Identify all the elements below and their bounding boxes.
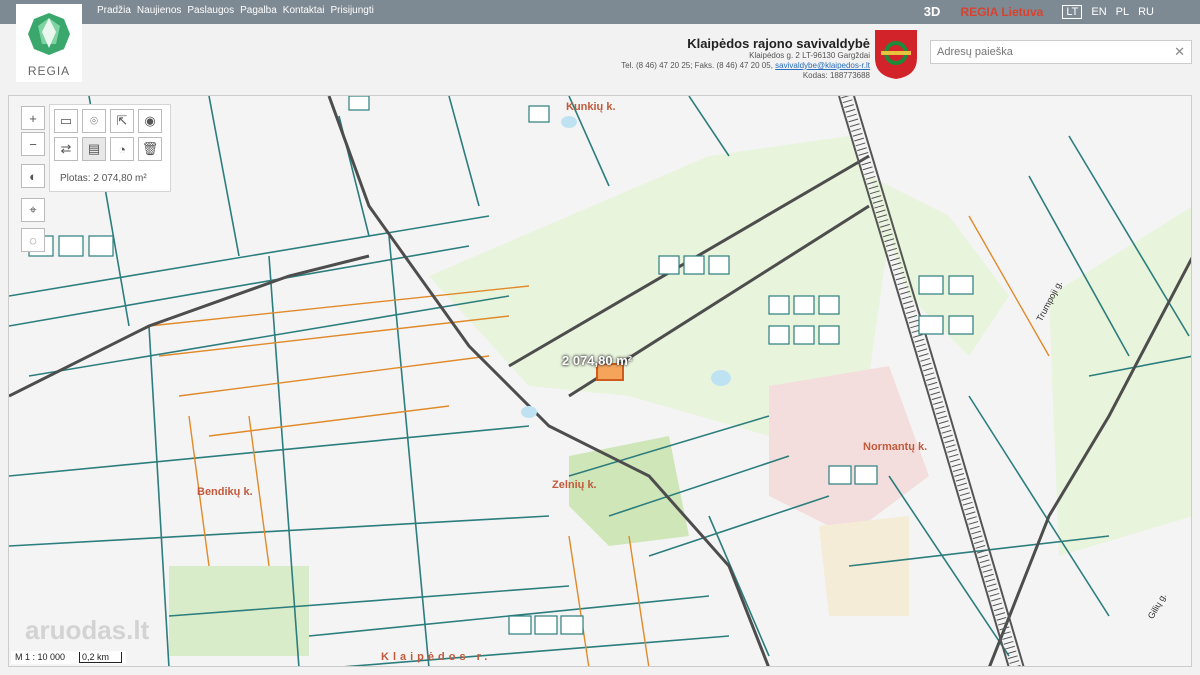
coat-of-arms-icon [875, 30, 917, 79]
measure-tools-panel: ▭ ⌾ ⇱ ◉ ⇄ ▤ ◔ 🗑 Plotas: 2 074,80 m² [49, 104, 171, 192]
municipality-contacts: Tel. (8 46) 47 20 25; Faks. (8 46) 47 20… [621, 61, 870, 71]
measure-angle-icon[interactable]: ◔ [110, 137, 134, 161]
regia-lietuva-link[interactable]: REGIA Lietuva [960, 5, 1043, 19]
logo-text: REGIA [27, 64, 71, 78]
municipality-name: Klaipėdos rajono savivaldybė [687, 36, 870, 51]
clear-search-icon[interactable]: ✕ [1174, 44, 1185, 60]
lang-ru[interactable]: RU [1138, 6, 1154, 18]
right-nav: 3D REGIA Lietuva LT EN PL RU [924, 4, 1154, 19]
email-link[interactable]: savivaldybe@klaipedos-r.lt [775, 61, 870, 70]
place-label-kunkiu: Kunkių k. [566, 101, 616, 113]
place-label-bendiku: Bendikų k. [197, 486, 253, 498]
scale-bar: 0,2 km [79, 652, 123, 663]
watermark: aruodas.lt [25, 615, 150, 645]
measure-length-icon[interactable]: ▭ [54, 109, 78, 133]
address-search: ✕ [930, 40, 1192, 64]
3d-button[interactable]: 3D [924, 4, 941, 19]
measure-distance-icon[interactable]: ⇄ [54, 137, 78, 161]
lang-pl[interactable]: PL [1116, 6, 1129, 18]
phone-text: Tel. (8 46) 47 20 25; Faks. (8 46) 47 20… [621, 61, 776, 70]
locate-icon[interactable]: ⌖ [21, 198, 45, 222]
place-label-zelniu: Zelnių k. [552, 479, 597, 491]
municipality-code: Kodas: 188773688 [802, 71, 870, 80]
marker-icon[interactable]: ⌾ [82, 109, 106, 133]
lang-lt[interactable]: LT [1062, 4, 1083, 19]
main-nav: Pradžia Naujienos Paslaugos Pagalba Kont… [97, 5, 374, 16]
map-layer[interactable] [9, 96, 1192, 667]
nav-item-pagalba[interactable]: Pagalba [240, 5, 277, 16]
lang-en[interactable]: EN [1091, 6, 1106, 18]
compass-icon[interactable]: ◐ [21, 164, 45, 188]
top-navigation-bar: Pradžia Naujienos Paslaugos Pagalba Kont… [0, 0, 1200, 24]
zoom-in-icon[interactable]: + [21, 106, 45, 130]
lasso-icon[interactable]: ◌ [21, 228, 45, 252]
municipality-address: Klaipėdos g. 2 LT-96130 Gargždai [749, 51, 870, 60]
nav-item-naujienos[interactable]: Naujienos [137, 5, 181, 16]
scale-ratio: M 1 : 10 000 [15, 652, 66, 662]
delete-icon[interactable]: 🗑 [138, 137, 162, 161]
nav-item-pradzia[interactable]: Pradžia [97, 5, 131, 16]
point-icon[interactable]: ◉ [138, 109, 162, 133]
map-scale: M 1 : 10 000 0,2 km [11, 651, 127, 664]
place-label-klaipedos-r: Klaipėdos r. [381, 651, 492, 663]
measure-area-icon[interactable]: ▤ [82, 137, 106, 161]
zoom-out-icon[interactable]: − [21, 132, 45, 156]
address-search-input[interactable] [931, 41, 1161, 63]
place-label-normantu: Normantų k. [863, 441, 928, 453]
area-readout: Plotas: 2 074,80 m² [60, 173, 147, 184]
nav-item-paslaugos[interactable]: Paslaugos [187, 5, 234, 16]
regia-logo[interactable]: REGIA [16, 4, 82, 82]
municipality-info: Klaipėdos rajono savivaldybė Klaipėdos g… [621, 36, 870, 81]
nav-item-kontaktai[interactable]: Kontaktai [283, 5, 325, 16]
area-measurement-label: 2 074,80 m² [562, 353, 633, 368]
nav-item-prisijungti[interactable]: Prisijungti [331, 5, 374, 16]
cadastral-map[interactable]: Kunkių k. Bendikų k. Zelnių k. Normantų … [8, 95, 1192, 667]
export-icon[interactable]: ⇱ [110, 109, 134, 133]
